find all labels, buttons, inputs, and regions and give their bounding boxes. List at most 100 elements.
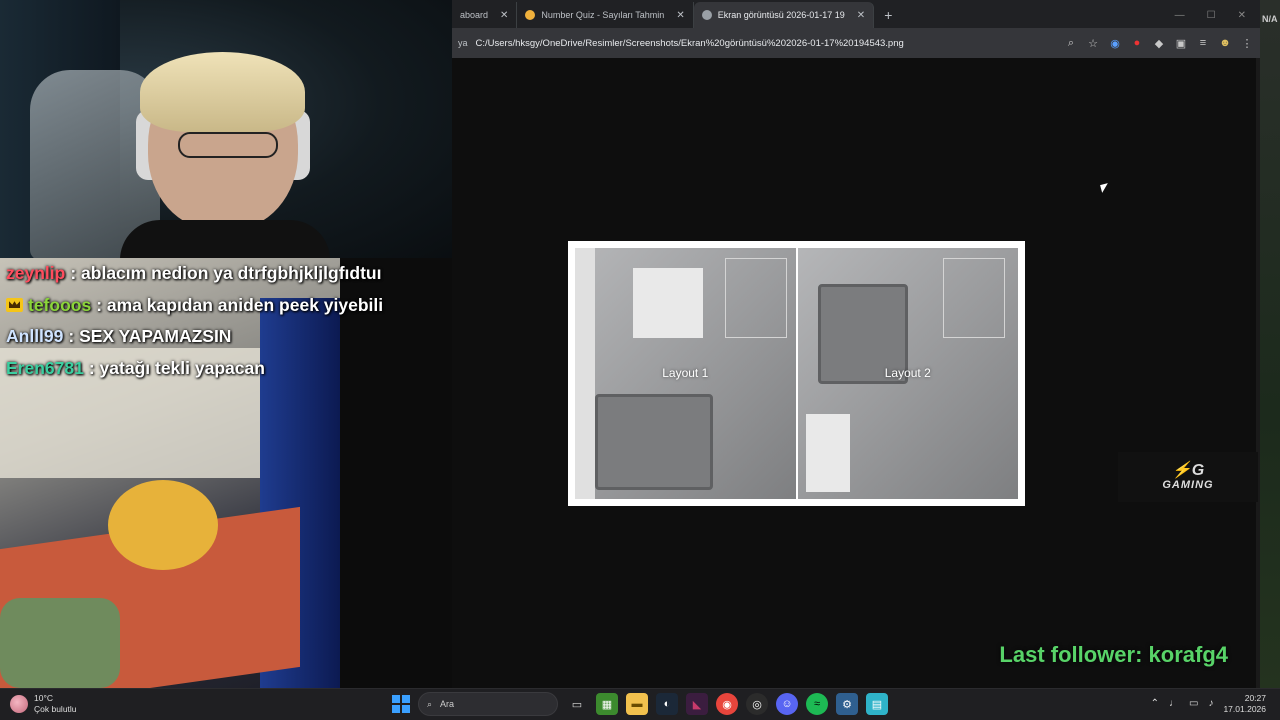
bookmark-star-icon[interactable]: ☆ — [1086, 36, 1100, 50]
desk — [805, 414, 850, 492]
taskbar-apps: ⌕ Ara ▭ ▦ ▬ ◐ ◣ ◉ ◎ ☺ ≈ ⚙ ▤ — [392, 692, 888, 716]
chat-text: ablacım nedion ya dtrfgbhjkljlgfıdtuı — [81, 263, 382, 284]
minimize-button[interactable]: — — [1175, 10, 1185, 21]
chat-message: Anlll99 : SEX YAPAMAZSIN — [0, 321, 400, 353]
discord-icon[interactable]: ☺ — [776, 693, 798, 715]
clock-time: 20:27 — [1244, 693, 1266, 703]
edge-text: N/A — [1262, 14, 1278, 24]
chevron-up-icon[interactable]: ⌃ — [1151, 698, 1159, 709]
door — [942, 258, 1005, 338]
layout-1-label: Layout 1 — [662, 366, 709, 380]
clock-date: 17.01.2026 — [1223, 703, 1266, 714]
chat-separator: : — [96, 294, 103, 315]
zoom-icon[interactable]: ⌕ — [1064, 36, 1078, 50]
chat-username: Anlll99 — [6, 326, 64, 347]
webcam-feed — [0, 0, 452, 258]
layout-1-panel: Layout 1 — [575, 248, 796, 499]
bed — [595, 394, 713, 490]
tab-close-icon[interactable]: ✕ — [857, 10, 865, 21]
settings-gear-icon[interactable]: ⚙ — [836, 693, 858, 715]
spotify-icon[interactable]: ≈ — [806, 693, 828, 715]
minecraft-icon[interactable]: ▦ — [596, 693, 618, 715]
extensions-puzzle-icon[interactable]: ▣ — [1174, 36, 1188, 50]
tab-label: Ekran görüntüsü 2026-01-17 19 — [717, 10, 845, 20]
maximize-button[interactable]: ☐ — [1207, 10, 1216, 21]
windows-start-icon[interactable] — [392, 695, 410, 713]
tab-close-icon[interactable]: ✕ — [500, 10, 508, 21]
last-follower-label: Last follower: korafg4 — [999, 642, 1228, 667]
chat-text: SEX YAPAMAZSIN — [79, 326, 232, 347]
shield-icon[interactable]: ◆ — [1152, 36, 1166, 50]
chat-overlay: zeynlip : ablacım nedion ya dtrfgbhjkljl… — [0, 258, 400, 384]
new-tab-button[interactable]: + — [874, 2, 902, 28]
chat-message: tefooos : ama kapıdan aniden peek yiyebi… — [0, 290, 400, 322]
layout-2-panel: Layout 2 — [797, 248, 1018, 499]
weather-text: 10°C Çok bulutlu — [34, 693, 77, 714]
obs-icon[interactable]: ◎ — [746, 693, 768, 715]
crown-badge-icon — [6, 298, 23, 313]
task-view-icon[interactable]: ▭ — [566, 693, 588, 715]
image-viewer: Layout 1 Layout 2 — [452, 58, 1260, 688]
menu-dots-icon[interactable]: ⋮ — [1240, 36, 1254, 50]
layout-2-label: Layout 2 — [884, 366, 931, 380]
tab-strip: aboard ✕ Number Quiz - Sayıları Tahmin ✕… — [452, 0, 1260, 28]
file-explorer-icon[interactable]: ▬ — [626, 693, 648, 715]
tab-screenshot[interactable]: Ekran görüntüsü 2026-01-17 19 ✕ — [693, 2, 875, 28]
room-cushion — [0, 598, 120, 688]
streamer-shirt — [120, 220, 330, 258]
search-placeholder: Ara — [440, 699, 455, 709]
gaming-logo: ⚡G GAMING — [1118, 452, 1258, 502]
streamer-glasses — [178, 132, 278, 158]
logo-mark-icon: ⚡G — [1171, 462, 1205, 479]
chat-separator: : — [88, 357, 95, 378]
taskbar-search[interactable]: ⌕ Ara — [418, 692, 558, 716]
browser-window: aboard ✕ Number Quiz - Sayıları Tahmin ✕… — [452, 0, 1260, 688]
address-prefix: ya — [458, 38, 468, 48]
url-field[interactable]: C:/Users/hksgy/OneDrive/Resimler/Screens… — [476, 38, 1056, 49]
vs-icon[interactable]: ◣ — [686, 693, 708, 715]
chat-separator: : — [70, 263, 77, 284]
emoji-pillow — [108, 480, 218, 570]
streamer-hair — [140, 52, 305, 132]
favicon-icon — [525, 10, 536, 20]
notepad-icon[interactable]: ▤ — [866, 693, 888, 715]
weather-temp: 10°C — [34, 693, 53, 703]
tab-label: aboard — [460, 10, 489, 20]
tab-dashboard[interactable]: aboard ✕ — [452, 2, 518, 28]
chat-message: Eren6781 : yatağı tekli yapacan — [0, 353, 400, 385]
tab-number-quiz[interactable]: Number Quiz - Sayıları Tahmin ✕ — [517, 2, 694, 28]
adjacent-window-edge: N/A — [1260, 0, 1280, 688]
network-icon[interactable]: ▭ — [1189, 698, 1198, 709]
logo-text: GAMING — [1162, 479, 1214, 491]
extension-audio-icon[interactable]: ◉ — [1108, 36, 1122, 50]
window-controls: — ☐ ✕ — [1175, 2, 1260, 28]
desk — [633, 268, 703, 338]
layout-comparison-image: Layout 1 Layout 2 — [568, 241, 1025, 506]
globe-icon — [701, 10, 712, 20]
tab-label: Number Quiz - Sayıları Tahmin — [541, 10, 665, 20]
weather-icon — [10, 694, 28, 713]
profile-avatar-icon[interactable]: ☻ — [1218, 36, 1232, 50]
chrome-icon[interactable]: ◉ — [716, 693, 738, 715]
extension-red-icon[interactable]: ● — [1130, 36, 1144, 50]
chat-username: zeynlip — [6, 263, 66, 284]
door — [725, 258, 787, 338]
address-bar: ya C:/Users/hksgy/OneDrive/Resimler/Scre… — [452, 28, 1260, 58]
media-controls-icon[interactable]: ≡ — [1196, 36, 1210, 50]
chat-text: yatağı tekli yapacan — [99, 357, 265, 378]
chat-separator: : — [68, 326, 75, 347]
chat-text: ama kapıdan aniden peek yiyebili — [106, 294, 384, 315]
steam-icon[interactable]: ◐ — [656, 693, 678, 715]
search-icon: ⌕ — [427, 698, 433, 709]
tab-close-icon[interactable]: ✕ — [676, 10, 684, 21]
volume-icon[interactable]: ♪ — [1208, 698, 1213, 709]
clock[interactable]: 20:27 17.01.2026 — [1223, 693, 1266, 714]
weather-desc: Çok bulutlu — [34, 703, 77, 714]
close-window-button[interactable]: ✕ — [1238, 10, 1246, 21]
stream-screen: zeynlip : ablacım nedion ya dtrfgbhjkljl… — [0, 0, 1280, 720]
system-tray: ⌃ ♩ ▭ ♪ 20:27 17.01.2026 — [1151, 693, 1266, 714]
chat-username: Eren6781 — [6, 357, 84, 378]
weather-widget[interactable]: 10°C Çok bulutlu — [10, 693, 77, 714]
taskbar: 10°C Çok bulutlu ⌕ Ara ▭ ▦ ▬ ◐ ◣ ◉ ◎ ☺ ≈… — [0, 688, 1280, 720]
microphone-icon[interactable]: ♩ — [1169, 698, 1179, 709]
